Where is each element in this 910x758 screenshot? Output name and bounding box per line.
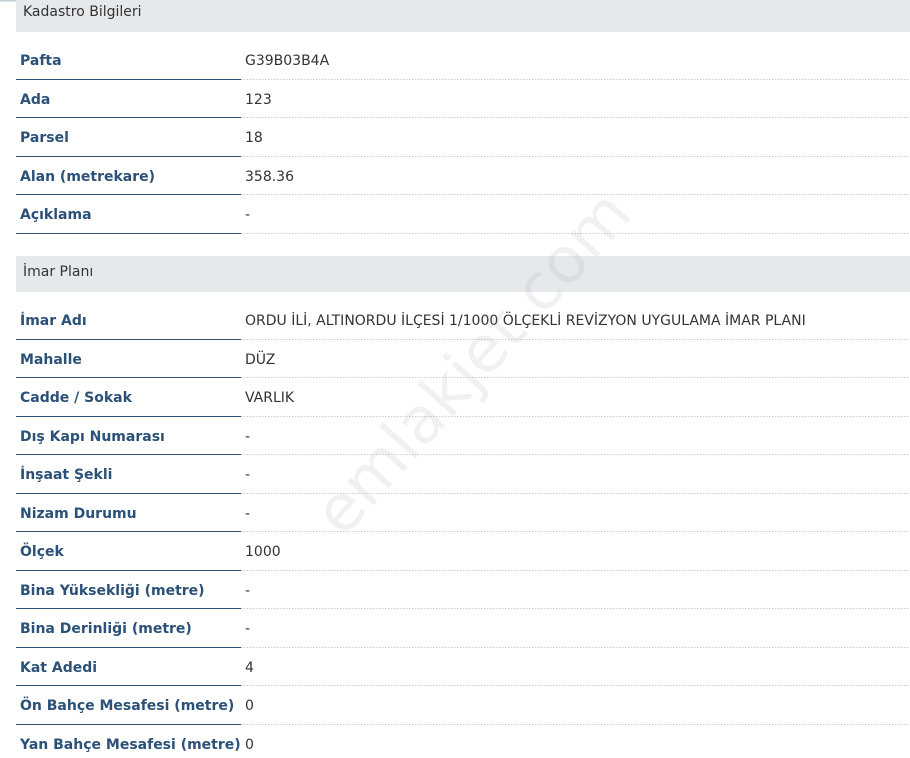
row-label: Alan (metrekare)	[20, 168, 156, 185]
imar-row-imar-adi: İmar Adı ORDU İLİ, ALTINORDU İLÇESİ 1/10…	[16, 301, 910, 340]
row-label: Mahalle	[20, 351, 82, 368]
row-divider	[241, 232, 910, 234]
row-label: İnşaat Şekli	[20, 467, 113, 483]
row-label: Cadde / Sokak	[20, 390, 132, 406]
kadastro-row-ada: Ada 123	[16, 80, 910, 118]
row-value: 18	[245, 130, 263, 146]
imar-row-dis-kapi: Dış Kapı Numarası -	[16, 417, 910, 455]
imar-row-olcek: Ölçek 1000	[16, 532, 910, 571]
row-value: 0	[245, 698, 254, 714]
imar-row-cadde-sokak: Cadde / Sokak VARLIK	[16, 378, 910, 417]
kadastro-row-pafta: Pafta G39B03B4A	[16, 41, 910, 80]
row-value: -	[245, 582, 251, 599]
imar-row-bina-yuksekligi: Bina Yüksekliği (metre) -	[16, 571, 910, 609]
row-label: Ada	[20, 91, 51, 108]
section-title-imar: İmar Planı	[23, 264, 94, 280]
row-label: Açıklama	[20, 207, 92, 223]
row-label: Ölçek	[20, 544, 64, 560]
row-value: -	[245, 467, 251, 483]
row-label: Kat Adedi	[20, 659, 98, 676]
imar-row-bina-derinligi: Bina Derinliği (metre) -	[16, 609, 910, 648]
row-value: 0	[245, 736, 254, 753]
row-value: 4	[245, 659, 254, 676]
section-title-kadastro: Kadastro Bilgileri	[23, 4, 142, 20]
imar-row-kat-adedi: Kat Adedi 4	[16, 648, 910, 686]
imar-row-mahalle: Mahalle DÜZ	[16, 340, 910, 378]
kadastro-row-parsel: Parsel 18	[16, 118, 910, 157]
imar-row-yan-bahce: Yan Bahçe Mesafesi (metre) 0	[16, 725, 910, 758]
row-label: İmar Adı	[20, 313, 87, 329]
row-value: DÜZ	[245, 351, 276, 368]
imar-row-on-bahce: Ön Bahçe Mesafesi (metre) 0	[16, 686, 910, 725]
row-value: G39B03B4A	[245, 53, 330, 69]
row-label: Yan Bahçe Mesafesi (metre)	[20, 736, 241, 753]
row-label: Bina Derinliği (metre)	[20, 621, 192, 637]
imar-table: İmar Adı ORDU İLİ, ALTINORDU İLÇESİ 1/10…	[16, 301, 910, 758]
row-value: 358.36	[245, 168, 294, 185]
row-value: ORDU İLİ, ALTINORDU İLÇESİ 1/1000 ÖLÇEKL…	[245, 313, 806, 329]
imar-row-nizam-durumu: Nizam Durumu -	[16, 494, 910, 532]
row-value: 123	[245, 91, 272, 108]
imar-row-insaat-sekli: İnşaat Şekli -	[16, 455, 910, 494]
row-value: -	[245, 207, 251, 223]
kadastro-row-aciklama: Açıklama -	[16, 195, 910, 234]
row-label: Ön Bahçe Mesafesi (metre)	[20, 698, 235, 714]
row-value: -	[245, 505, 251, 522]
row-value: -	[245, 428, 251, 445]
row-value: -	[245, 621, 251, 637]
row-label: Nizam Durumu	[20, 505, 137, 522]
kadastro-row-alan: Alan (metrekare) 358.36	[16, 157, 910, 195]
kadastro-table: Pafta G39B03B4A Ada 123 Parsel 18 Alan (…	[16, 41, 910, 234]
row-label: Parsel	[20, 130, 69, 146]
section-header-imar: İmar Planı	[16, 256, 910, 292]
row-value: VARLIK	[245, 390, 295, 406]
row-divider	[16, 232, 241, 234]
section-header-kadastro: Kadastro Bilgileri	[16, 0, 910, 32]
row-label: Bina Yüksekliği (metre)	[20, 582, 205, 599]
row-label: Dış Kapı Numarası	[20, 428, 165, 445]
row-label: Pafta	[20, 53, 62, 69]
row-value: 1000	[245, 544, 281, 560]
